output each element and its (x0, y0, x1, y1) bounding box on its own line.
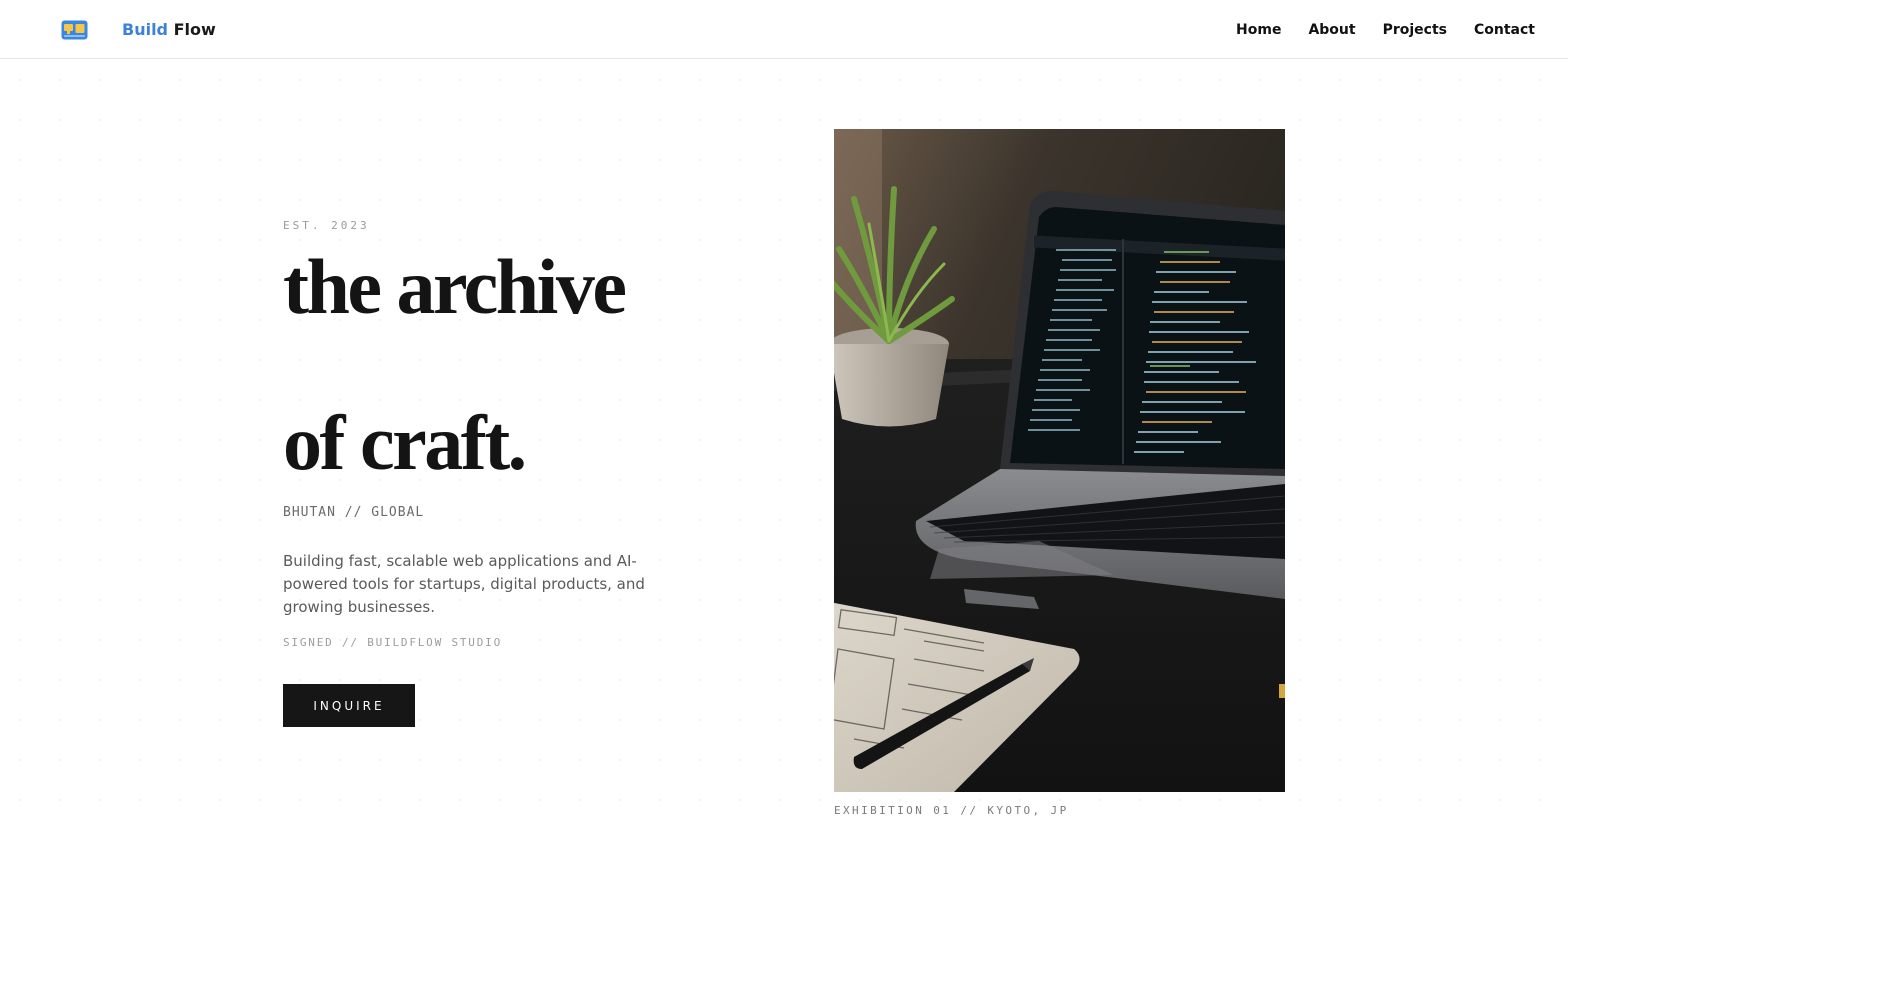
hero-headline-line1: the archive (283, 243, 627, 330)
monitor-logo-icon[interactable] (61, 20, 88, 40)
nav-projects[interactable]: Projects (1383, 20, 1447, 40)
inquire-button[interactable]: INQUIRE (283, 684, 415, 727)
established-label: EST. 2023 (283, 219, 370, 232)
brand-part-build: Build (122, 20, 169, 39)
hero-description: Building fast, scalable web applications… (283, 552, 645, 616)
nav-about[interactable]: About (1308, 20, 1355, 40)
top-navbar: Build Flow Home About Projects Contact (0, 0, 1568, 59)
hero-headline-line2: of craft. (283, 399, 527, 486)
main-nav: Home About Projects Contact (1236, 20, 1535, 40)
nav-contact[interactable]: Contact (1474, 20, 1535, 40)
brand-logo-text[interactable]: Build Flow (122, 20, 216, 40)
nav-home[interactable]: Home (1236, 20, 1281, 40)
location-label: BHUTAN // GLOBAL (283, 505, 425, 520)
laptop-desk-photo (834, 129, 1285, 792)
dotted-background (0, 60, 1568, 836)
brand-part-flow: Flow (173, 20, 216, 39)
signature-label: SIGNED // BUILDFLOW STUDIO (283, 636, 502, 649)
exhibition-caption: EXHIBITION 01 // KYOTO, JP (834, 804, 1069, 817)
